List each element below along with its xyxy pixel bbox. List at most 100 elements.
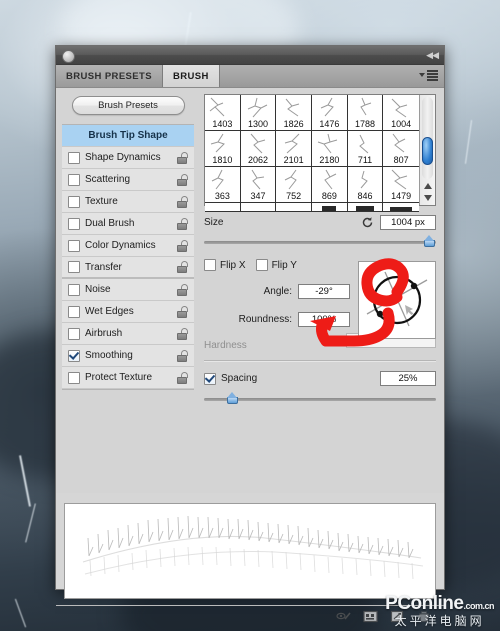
lock-icon[interactable] [177, 217, 188, 230]
spacing-slider[interactable] [204, 392, 436, 406]
brush-cell[interactable] [347, 203, 384, 212]
brush-grid-scrollbar[interactable] [419, 95, 435, 205]
checkbox[interactable] [68, 173, 80, 186]
sidebar-item-smoothing[interactable]: Smoothing [62, 345, 194, 367]
checkbox[interactable] [68, 239, 80, 252]
lock-icon[interactable] [177, 261, 188, 273]
slider-knob[interactable] [424, 235, 436, 247]
brush-cell[interactable]: 363 [205, 167, 241, 203]
angle-value-field[interactable]: -29° [298, 284, 350, 299]
sidebar-item-dual-brush[interactable]: Dual Brush [62, 213, 194, 235]
brush-cell[interactable]: 1476 [312, 95, 348, 131]
brush-options-sidebar: Brush Presets Brush Tip Shape Shape Dyna… [56, 88, 200, 493]
collapse-icon[interactable]: ◀◀ [426, 50, 439, 60]
spacing-value-field[interactable]: 25% [380, 371, 436, 386]
brush-cell[interactable]: 1300 [240, 95, 277, 131]
lock-icon[interactable] [177, 327, 188, 340]
brush-cell[interactable] [240, 203, 277, 212]
checkbox[interactable] [68, 305, 80, 318]
sidebar-item-protect-texture[interactable]: Protect Texture [62, 367, 194, 389]
brush-panel-window: ◀◀ BRUSH PRESETS BRUSH Brush Presets Bru… [55, 45, 445, 623]
sidebar-item-noise[interactable]: Noise [62, 279, 194, 301]
lock-icon[interactable] [177, 173, 188, 186]
brush-cell[interactable]: 1479 [383, 167, 419, 203]
lock-icon[interactable] [177, 151, 188, 164]
angle-roundness-preview[interactable] [358, 261, 436, 339]
panel-menu-icon[interactable] [419, 70, 438, 81]
sidebar-item-wet-edges[interactable]: Wet Edges [62, 301, 194, 323]
lock-icon[interactable] [177, 371, 188, 384]
sidebar-item-label: Noise [85, 284, 111, 295]
scroll-down-arrow[interactable] [420, 192, 435, 204]
checkbox[interactable] [204, 259, 216, 271]
checkbox[interactable] [68, 349, 80, 362]
brush-cell[interactable]: 752 [276, 167, 312, 203]
sidebar-item-scattering[interactable]: Scattering [62, 169, 194, 191]
brush-cell[interactable]: 846 [347, 167, 384, 203]
sidebar-item-color-dynamics[interactable]: Color Dynamics [62, 235, 194, 257]
lock-icon[interactable] [177, 349, 188, 362]
sidebar-item-label: Texture [85, 196, 118, 207]
brush-cell[interactable] [276, 203, 312, 212]
lock-icon[interactable] [177, 305, 188, 318]
sidebar-item-brush-tip-shape[interactable]: Brush Tip Shape [62, 125, 194, 147]
brush-size-label: 2101 [283, 155, 304, 165]
brush-cell[interactable]: 2101 [276, 131, 312, 167]
brush-size-label: 752 [286, 191, 302, 201]
size-value-field[interactable]: 1004 px [380, 215, 436, 230]
tab-brush[interactable]: BRUSH [162, 65, 220, 87]
checkbox[interactable] [68, 283, 80, 296]
size-slider[interactable] [204, 235, 436, 249]
checkbox[interactable] [255, 259, 268, 271]
lock-icon[interactable] [177, 195, 188, 208]
roundness-value-field[interactable]: 100% [298, 312, 350, 327]
size-control: Size 1004 px [204, 215, 436, 249]
scrollbar-thumb[interactable] [422, 137, 433, 165]
brush-cell[interactable]: 2180 [312, 131, 348, 167]
brush-cell[interactable]: 1004 [383, 95, 419, 131]
scroll-up-arrow[interactable] [420, 180, 435, 192]
watermark-chinese: 太平洋电脑网 [394, 614, 485, 628]
brush-cell[interactable]: 1788 [347, 95, 384, 131]
sidebar-item-transfer[interactable]: Transfer [62, 257, 194, 279]
open-preset-manager-icon[interactable] [363, 610, 378, 624]
slider-knob[interactable] [226, 392, 238, 404]
brush-size-label: 1476 [319, 119, 340, 129]
slider-track[interactable] [204, 241, 436, 244]
brush-cell[interactable] [205, 203, 241, 212]
flip-y-control[interactable]: Flip Y [255, 259, 297, 271]
brush-cell[interactable]: 711 [347, 131, 384, 167]
brush-presets-button[interactable]: Brush Presets [71, 96, 185, 115]
brush-cell[interactable]: 807 [383, 131, 419, 167]
checkbox[interactable] [68, 195, 80, 208]
sidebar-item-shape-dynamics[interactable]: Shape Dynamics [62, 147, 194, 169]
brush-cell[interactable]: 869 [312, 167, 348, 203]
brush-cell[interactable] [383, 203, 419, 212]
chevron-down-icon [419, 73, 425, 78]
checkbox[interactable] [204, 372, 216, 385]
brush-cell[interactable]: 347 [240, 167, 277, 203]
tab-brush-presets[interactable]: BRUSH PRESETS [56, 65, 163, 87]
brush-size-label: 2180 [319, 155, 340, 165]
flip-y-label: Flip Y [271, 259, 297, 271]
sidebar-item-texture[interactable]: Texture [62, 191, 194, 213]
brush-cell[interactable]: 1403 [205, 95, 241, 131]
panel-titlebar[interactable]: ◀◀ [56, 46, 444, 65]
toggle-brush-preview-icon[interactable] [336, 610, 351, 624]
flip-x-control[interactable]: Flip X [204, 259, 246, 271]
slider-track[interactable] [204, 398, 436, 401]
brush-cell[interactable]: 1810 [205, 131, 241, 167]
checkbox[interactable] [68, 261, 80, 273]
brush-cell[interactable] [312, 203, 348, 212]
checkbox[interactable] [68, 327, 80, 340]
reset-size-icon[interactable] [361, 216, 374, 229]
checkbox[interactable] [68, 371, 80, 384]
brush-cell[interactable]: 1826 [276, 95, 312, 131]
lock-icon[interactable] [177, 239, 188, 252]
panel-body: Brush Presets Brush Tip Shape Shape Dyna… [56, 88, 444, 493]
checkbox[interactable] [68, 217, 80, 230]
lock-icon[interactable] [177, 283, 188, 296]
brush-cell[interactable]: 2062 [240, 131, 277, 167]
sidebar-item-airbrush[interactable]: Airbrush [62, 323, 194, 345]
checkbox[interactable] [68, 151, 80, 164]
